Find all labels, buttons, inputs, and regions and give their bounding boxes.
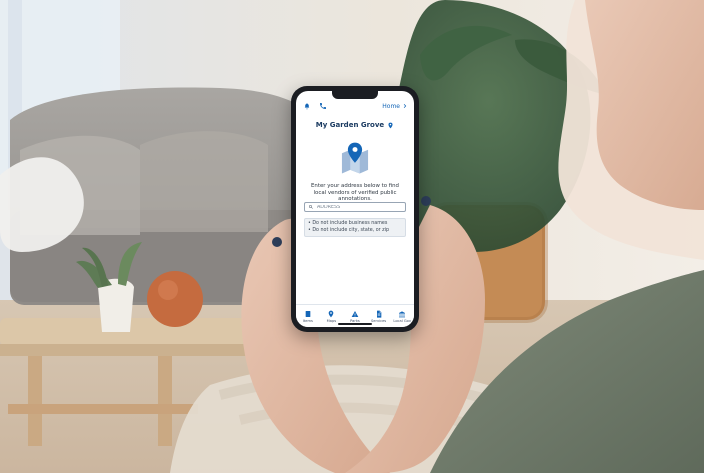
top-bar: Home xyxy=(296,99,414,113)
document-icon xyxy=(376,310,381,318)
nav-label: Maps xyxy=(326,318,337,323)
smartphone: Home My Garden Grove Enter your address … xyxy=(291,86,419,332)
nav-label: Local Gov xyxy=(393,318,411,323)
back-button[interactable]: Home xyxy=(382,103,408,110)
phone-icon xyxy=(320,103,326,109)
nav-item-items[interactable]: Items xyxy=(299,310,317,323)
search-icon xyxy=(308,204,313,209)
nav-item-local-gov[interactable]: Local Gov xyxy=(393,310,411,323)
top-actions xyxy=(302,101,328,111)
triangle-icon xyxy=(351,310,359,317)
location-pin-icon xyxy=(329,310,334,317)
page-title-row: My Garden Grove xyxy=(296,119,414,131)
tip-line: • Do not include city, state, or zip xyxy=(308,227,390,233)
nav-item-services[interactable]: Services xyxy=(370,310,388,323)
tip-line: • Do not include business names xyxy=(308,221,388,226)
instruction-text: Enter your address below to find local v… xyxy=(311,183,399,203)
bell-icon xyxy=(304,103,310,110)
phone-icon[interactable] xyxy=(318,101,328,111)
nav-label: Services xyxy=(371,318,387,323)
page-title: My Garden Grove xyxy=(315,121,385,129)
phone-screen: Home My Garden Grove Enter your address … xyxy=(296,91,414,327)
home-indicator xyxy=(338,323,372,325)
photo-scene: Home My Garden Grove Enter your address … xyxy=(0,0,704,473)
chevron-right-icon xyxy=(403,104,407,108)
bell-icon[interactable] xyxy=(302,101,312,111)
address-input[interactable] xyxy=(317,204,401,210)
bank-icon xyxy=(399,310,406,317)
tips-box: • Do not include business names • Do not… xyxy=(304,218,406,237)
nav-item-maps[interactable]: Maps xyxy=(322,310,340,323)
nav-label: Parks xyxy=(350,318,360,323)
map-pin-illustration xyxy=(341,142,369,174)
location-pin-icon xyxy=(388,122,393,128)
nav-item-parks[interactable]: Parks xyxy=(346,310,364,323)
address-search[interactable] xyxy=(304,202,406,212)
nav-label: Items xyxy=(302,318,313,323)
list-icon xyxy=(305,310,311,317)
phone-notch xyxy=(332,91,378,99)
back-label: Home xyxy=(382,102,400,110)
